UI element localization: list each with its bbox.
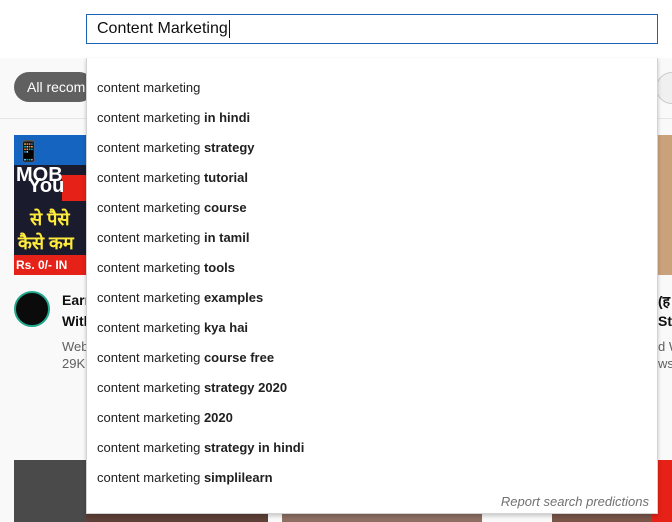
suggestion-prefix: content marketing	[97, 230, 201, 245]
suggestion-item[interactable]: content marketing tools	[97, 253, 235, 283]
suggestion-prefix: content marketing	[97, 260, 201, 275]
suggestion-completion: in hindi	[200, 110, 251, 125]
suggestion-completion: 2020	[200, 410, 233, 425]
suggestion-completion: strategy	[200, 140, 255, 155]
suggestion-prefix: content marketing	[97, 140, 201, 155]
suggestion-completion: course	[200, 200, 247, 215]
search-input[interactable]: Content Marketing	[86, 14, 658, 44]
video-stats: 29K	[62, 356, 86, 371]
suggestion-item[interactable]: content marketing examples	[97, 283, 263, 313]
suggestion-item[interactable]: content marketing 2020	[97, 403, 233, 433]
suggestion-prefix: content marketing	[97, 110, 201, 125]
thumbnail-text: Rs. 0/- IN	[14, 255, 86, 275]
suggestion-prefix: content marketing	[97, 200, 201, 215]
suggestion-prefix: content marketing	[97, 320, 201, 335]
suggestion-prefix: content marketing	[97, 440, 201, 455]
suggestion-item[interactable]: content marketing tutorial	[97, 163, 248, 193]
suggestion-completion: course free	[200, 350, 275, 365]
suggestion-prefix: content marketing	[97, 80, 201, 95]
suggestion-prefix: content marketing	[97, 470, 201, 485]
video-title[interactable]: (ह	[658, 292, 670, 311]
suggestion-prefix: content marketing	[97, 380, 201, 395]
suggestion-completion: strategy 2020	[200, 380, 288, 395]
suggestion-completion: tutorial	[200, 170, 249, 185]
thumbnail-text: कैसे कम	[18, 233, 74, 253]
suggestion-item[interactable]: content marketing course	[97, 193, 247, 223]
suggestion-prefix: content marketing	[97, 410, 201, 425]
suggestion-completion: kya hai	[200, 320, 249, 335]
masthead: Content Marketing	[0, 0, 672, 58]
suggestion-item[interactable]: content marketing strategy in hindi	[97, 433, 304, 463]
suggestion-completion: examples	[200, 290, 264, 305]
channel-name[interactable]: d W	[658, 339, 672, 354]
channel-avatar[interactable]	[14, 291, 50, 327]
youtube-logo-icon	[62, 175, 86, 201]
search-input-value: Content Marketing	[97, 20, 228, 37]
chip-all-recommendations[interactable]: All recom	[14, 72, 94, 102]
video-stats: ws	[658, 356, 672, 371]
suggestion-item[interactable]: content marketing in hindi	[97, 103, 250, 133]
suggestion-item[interactable]: content marketing course free	[97, 343, 274, 373]
suggestion-item[interactable]: content marketing	[97, 73, 200, 103]
suggestion-completion: simplilearn	[200, 470, 273, 485]
suggestion-item[interactable]: content marketing in tamil	[97, 223, 249, 253]
chip-next[interactable]	[656, 72, 672, 104]
channel-name[interactable]: Web	[62, 339, 89, 354]
search-suggestions-dropdown: content marketing content marketing in h…	[86, 58, 658, 514]
suggestion-item[interactable]: content marketing strategy	[97, 133, 255, 163]
video-thumbnail[interactable]	[14, 460, 86, 522]
report-search-predictions-link[interactable]: Report search predictions	[501, 494, 649, 509]
thumbnail-text: You	[28, 175, 65, 197]
suggestion-item[interactable]: content marketing simplilearn	[97, 463, 273, 493]
suggestion-prefix: content marketing	[97, 290, 201, 305]
suggestion-completion: tools	[200, 260, 236, 275]
video-thumbnail[interactable]: 📱MOB You से पैसे कैसे कम Rs. 0/- IN	[14, 135, 86, 275]
video-thumbnail[interactable]	[658, 135, 672, 275]
suggestion-completion: strategy in hindi	[200, 440, 305, 455]
chip-label: All recom	[27, 79, 86, 95]
text-caret	[228, 20, 230, 38]
suggestion-item[interactable]: content marketing strategy 2020	[97, 373, 287, 403]
suggestion-prefix: content marketing	[97, 350, 201, 365]
video-title[interactable]: Str	[658, 313, 672, 329]
suggestion-completion: in tamil	[200, 230, 250, 245]
suggestion-prefix: content marketing	[97, 170, 201, 185]
suggestion-item[interactable]: content marketing kya hai	[97, 313, 248, 343]
thumbnail-text: से पैसे	[30, 209, 70, 229]
